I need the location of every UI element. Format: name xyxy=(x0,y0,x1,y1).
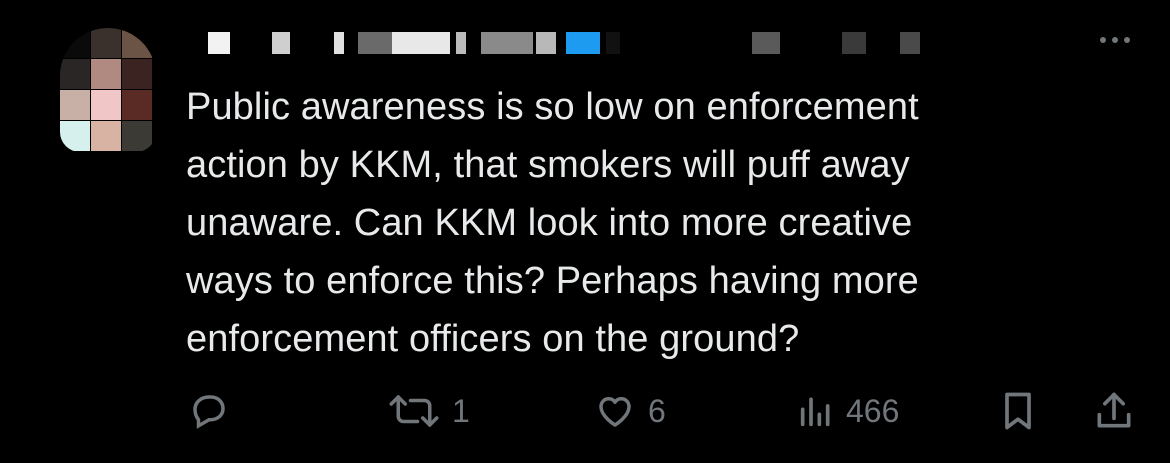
tweet-text: Public awareness is so low on enforcemen… xyxy=(186,86,919,360)
retweet-icon xyxy=(389,395,439,427)
more-options-icon[interactable] xyxy=(1090,28,1140,52)
bookmark-icon xyxy=(1005,392,1031,430)
views-icon xyxy=(800,397,830,427)
reply-button[interactable] xyxy=(188,386,240,436)
avatar[interactable] xyxy=(60,28,156,152)
retweet-button[interactable]: 1 xyxy=(386,386,470,436)
retweet-count: 1 xyxy=(452,392,470,429)
bookmark-button[interactable] xyxy=(996,386,1040,436)
redacted-author-header xyxy=(186,28,946,58)
share-button[interactable] xyxy=(1092,386,1136,436)
share-icon xyxy=(1097,392,1131,428)
like-icon xyxy=(599,397,631,427)
like-count: 6 xyxy=(648,392,666,429)
views-button[interactable]: 466 xyxy=(796,386,899,436)
reply-icon xyxy=(193,395,225,429)
views-count: 466 xyxy=(846,392,900,429)
tweet-action-bar: 1 6 466 xyxy=(0,378,1170,442)
like-button[interactable]: 6 xyxy=(592,386,666,436)
